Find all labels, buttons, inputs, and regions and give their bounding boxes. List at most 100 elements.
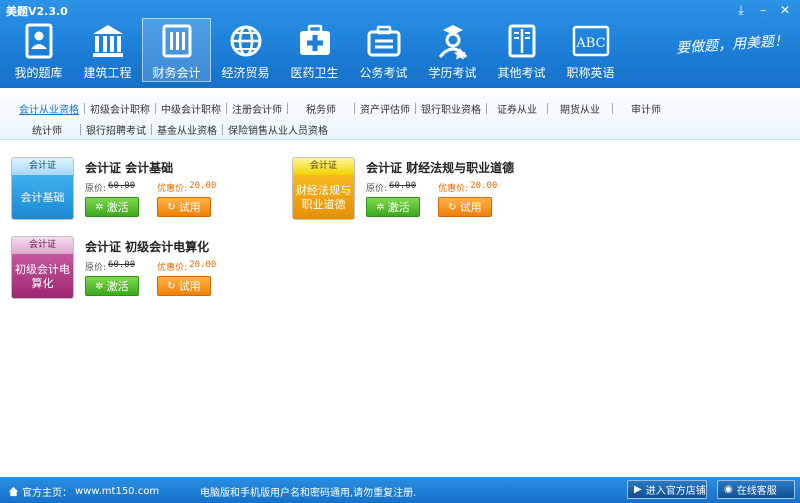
nav-label: 我的题库: [14, 66, 63, 80]
nav-item-construction[interactable]: 建筑工程: [73, 18, 142, 82]
nav-label: 建筑工程: [83, 66, 132, 80]
service-label: 在线客服: [736, 486, 777, 497]
nav-item-academic[interactable]: 学历考试: [418, 18, 487, 82]
play-icon: ▶: [634, 484, 642, 495]
activate-button[interactable]: ✲ 激活: [85, 197, 139, 217]
subcategory-tab[interactable]: 初级会计职称: [85, 101, 155, 116]
product-title: 会计证 初级会计电算化: [85, 240, 210, 254]
slogan: 要做题，用美题！: [675, 33, 789, 57]
original-price-label: 原价:: [85, 263, 107, 273]
category-nav: 我的题库 建筑工程 财务会计 经济贸易 医药卫生 公务考试 学历考试 其他考试 …: [4, 18, 625, 82]
trial-button[interactable]: ↻ 试用: [438, 197, 492, 217]
trial-button[interactable]: ↻ 试用: [157, 276, 211, 296]
minimize-icon[interactable]: –: [754, 2, 772, 18]
trial-label: 试用: [459, 201, 482, 214]
refresh-icon: ↻: [167, 201, 176, 213]
subcategory-tab[interactable]: 银行职业资格: [416, 101, 486, 116]
original-price: 60.00: [108, 181, 136, 191]
nav-label: 其他考试: [497, 66, 546, 80]
discount-price-label: 优惠价:: [438, 184, 469, 194]
product-card: 会计证 初级会计电算化 会计证 初级会计电算化 原价: 60.00 优惠价: 2…: [11, 236, 281, 306]
cover-tag: 会计证: [293, 158, 354, 175]
activate-label: 激活: [106, 201, 129, 214]
subcategory-tab[interactable]: 保险销售从业人员资格: [223, 122, 333, 137]
product-cover[interactable]: 会计证 会计基础: [11, 157, 74, 220]
subcategory-tab[interactable]: 注册会计师: [227, 101, 287, 116]
trial-label: 试用: [178, 280, 201, 293]
homepage-url[interactable]: www.mt150.com: [75, 486, 159, 497]
nav-item-medicine[interactable]: 医药卫生: [280, 18, 349, 82]
nav-label: 经济贸易: [221, 66, 270, 80]
subcategory-row-2: 统计师 银行招聘考试 基金从业资格 保险销售从业人员资格: [14, 122, 333, 137]
abc-board-icon: ABC: [572, 25, 609, 57]
window-controls: ⤓ – ✕: [732, 2, 794, 18]
online-service-button[interactable]: ◉ 在线客服: [717, 480, 795, 499]
subcategory-row-1: 会计从业资格 初级会计职称 中级会计职称 注册会计师 税务师 资产评估师 银行职…: [14, 101, 679, 116]
activate-label: 激活: [106, 280, 129, 293]
store-label: 进入官方店铺: [645, 486, 706, 497]
chat-icon: ◉: [724, 484, 733, 495]
subcategory-tab[interactable]: 资产评估师: [355, 101, 415, 116]
original-price-label: 原价:: [366, 184, 388, 194]
subcategory-tab[interactable]: 中级会计职称: [156, 101, 226, 116]
subcategory-tab[interactable]: 银行招聘考试: [81, 122, 151, 137]
refresh-icon: ↻: [448, 201, 457, 213]
subcategory-tab[interactable]: 期货从业: [548, 101, 612, 116]
subcategory-tab[interactable]: 证券从业: [487, 101, 547, 116]
refresh-icon: ↻: [167, 280, 176, 292]
nav-item-finance-accounting[interactable]: 财务会计: [142, 18, 211, 82]
nav-label: 财务会计: [152, 66, 201, 80]
product-title: 会计证 会计基础: [85, 161, 174, 175]
nav-item-other-exams[interactable]: 其他考试: [487, 18, 556, 82]
original-price: 60.00: [389, 181, 417, 191]
status-bar: 官方主页： www.mt150.com 电脑版和手机版用户名和密码通用,请勿重复…: [0, 477, 800, 503]
action-buttons: ✲ 激活 ↻ 试用: [85, 276, 211, 296]
action-buttons: ✲ 激活 ↻ 试用: [85, 197, 211, 217]
sparkle-icon: ✲: [376, 201, 385, 213]
discount-price-label: 优惠价:: [157, 263, 188, 273]
homepage-link[interactable]: 官方主页： www.mt150.com: [8, 484, 159, 499]
close-icon[interactable]: ✕: [776, 2, 794, 18]
nav-item-economy-trade[interactable]: 经济贸易: [211, 18, 280, 82]
open-book-icon: [508, 24, 535, 58]
activate-button[interactable]: ✲ 激活: [366, 197, 420, 217]
svg-text:ABC: ABC: [575, 36, 605, 51]
nav-item-civil-service[interactable]: 公务考试: [349, 18, 418, 82]
top-toolbar: 美题V2.3.0 ⤓ – ✕ 我的题库 建筑工程 财务会计 经济贸易 医药卫生 …: [0, 0, 800, 88]
cover-tag: 会计证: [12, 237, 73, 254]
trial-label: 试用: [178, 201, 201, 214]
nav-item-professional-english[interactable]: ABC 职称英语: [556, 18, 625, 82]
discount-price-label: 优惠价:: [157, 184, 188, 194]
ledger-book-icon: [162, 24, 191, 58]
cover-tag: 会计证: [12, 158, 73, 175]
nav-label: 职称英语: [566, 66, 615, 80]
download-icon[interactable]: ⤓: [732, 2, 750, 18]
person-card-icon: [25, 23, 52, 59]
subcategory-tab[interactable]: 会计从业资格: [14, 101, 84, 116]
subcategory-bar: 会计从业资格 初级会计职称 中级会计职称 注册会计师 税务师 资产评估师 银行职…: [0, 88, 800, 140]
sparkle-icon: ✲: [95, 201, 104, 213]
app-title: 美题V2.3.0: [6, 5, 68, 18]
sparkle-icon: ✲: [95, 280, 104, 292]
original-price: 60.00: [108, 260, 136, 270]
briefcase-icon: [367, 25, 400, 57]
cover-name: 会计基础: [12, 175, 73, 219]
nav-label: 学历考试: [428, 66, 477, 80]
subcategory-tab[interactable]: 基金从业资格: [152, 122, 222, 137]
graduate-icon: [438, 25, 467, 60]
subcategory-tab[interactable]: 统计师: [14, 122, 80, 137]
product-cover[interactable]: 会计证 初级会计电算化: [11, 236, 74, 299]
activate-button[interactable]: ✲ 激活: [85, 276, 139, 296]
trial-button[interactable]: ↻ 试用: [157, 197, 211, 217]
subcategory-tab[interactable]: 税务师: [288, 101, 354, 116]
nav-item-my-library[interactable]: 我的题库: [4, 18, 73, 82]
product-cover[interactable]: 会计证 财经法规与职业道德: [292, 157, 355, 220]
product-card: 会计证 会计基础 会计证 会计基础 原价: 60.00 优惠价: 20.00 ✲…: [11, 157, 281, 227]
subcategory-tab[interactable]: 审计师: [613, 101, 679, 116]
official-store-button[interactable]: ▶ 进入官方店铺: [627, 480, 707, 499]
building-icon: [92, 25, 123, 57]
product-card: 会计证 财经法规与职业道德 会计证 财经法规与职业道德 原价: 60.00 优惠…: [292, 157, 562, 227]
discount-price: 20.00: [470, 181, 498, 191]
homepage-label: 官方主页：: [22, 488, 72, 499]
price-row: 原价: 60.00 优惠价: 20.00: [366, 181, 497, 194]
